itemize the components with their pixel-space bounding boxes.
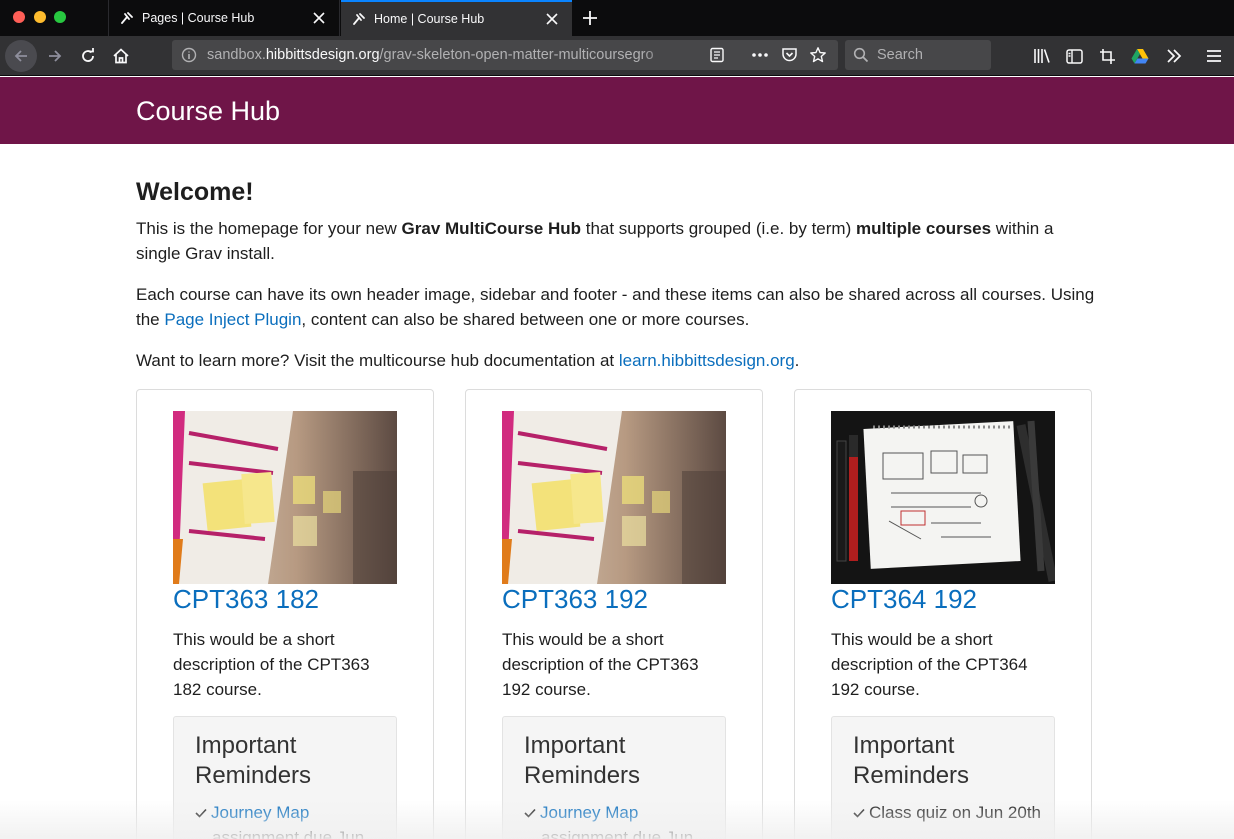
course-description: This would be a short description of the… bbox=[173, 630, 370, 699]
reminders-panel: Important Reminders Journey Map assignme… bbox=[502, 716, 726, 839]
reminders-panel: Important Reminders Journey Map assignme… bbox=[173, 716, 397, 839]
course-card: CPT364 192 This would be a short descrip… bbox=[794, 389, 1092, 839]
url-text[interactable]: sandbox.hibbittsdesign.org/grav-skeleton… bbox=[207, 47, 675, 63]
course-title-link[interactable]: CPT363 192 bbox=[502, 584, 648, 615]
reminder-item: Journey Map assignment due Jun bbox=[195, 800, 390, 839]
tab-pages[interactable]: Pages | Course Hub bbox=[108, 0, 340, 36]
screenshot-icon[interactable] bbox=[1096, 45, 1118, 67]
pocket-icon[interactable] bbox=[779, 45, 799, 65]
forward-icon[interactable] bbox=[39, 40, 71, 72]
reminder-text: Class quiz on Jun 20th bbox=[869, 803, 1041, 822]
reminders-title: Important Reminders bbox=[195, 732, 312, 789]
journey-map-link[interactable]: Journey Map bbox=[211, 803, 309, 822]
home-icon[interactable] bbox=[105, 40, 137, 72]
search-icon bbox=[851, 45, 871, 65]
tab-home[interactable]: Home | Course Hub bbox=[341, 0, 572, 36]
search-placeholder: Search bbox=[877, 47, 923, 63]
course-image[interactable] bbox=[831, 411, 1055, 584]
documentation-link[interactable]: learn.hibbittsdesign.org bbox=[619, 351, 795, 370]
search-field[interactable]: Search bbox=[845, 40, 991, 70]
reminder-item: Class quiz on Jun 20th bbox=[853, 800, 1048, 825]
reminder-item: Journey Map assignment due Jun bbox=[524, 800, 719, 839]
course-title-link[interactable]: CPT364 192 bbox=[831, 584, 977, 615]
feature-emphasis: multiple courses bbox=[855, 219, 992, 238]
course-description: This would be a short description of the… bbox=[502, 630, 699, 699]
site-header: Course Hub bbox=[0, 77, 1234, 144]
library-icon[interactable] bbox=[1031, 45, 1053, 67]
star-icon[interactable] bbox=[808, 45, 828, 65]
browser-tab-strip: Pages | Course Hub Home | Course Hub bbox=[0, 0, 1234, 36]
info-icon[interactable] bbox=[179, 45, 199, 65]
sidebar-icon[interactable] bbox=[1063, 45, 1085, 67]
reader-view-icon[interactable] bbox=[707, 45, 727, 65]
more-icon[interactable] bbox=[750, 45, 770, 65]
page-inject-plugin-link[interactable]: Page Inject Plugin bbox=[164, 310, 301, 329]
tab-close-icon[interactable] bbox=[309, 8, 329, 28]
journey-map-link[interactable]: Journey Map bbox=[540, 803, 638, 822]
check-icon bbox=[524, 800, 540, 825]
menu-icon[interactable] bbox=[1203, 45, 1225, 67]
reload-icon[interactable] bbox=[72, 40, 104, 72]
course-card: CPT363 182 This would be a short descrip… bbox=[136, 389, 434, 839]
course-image[interactable] bbox=[502, 411, 726, 584]
url-path: /grav-skeleton-open-matter-multicoursegr… bbox=[379, 47, 654, 63]
page-heading: Welcome! bbox=[136, 178, 254, 206]
window-close-button[interactable] bbox=[13, 11, 25, 23]
product-name: Grav MultiCourse Hub bbox=[401, 219, 581, 238]
course-description: This would be a short description of the… bbox=[831, 630, 1028, 699]
learn-more-paragraph: Want to learn more? Visit the multicours… bbox=[136, 351, 800, 370]
check-icon bbox=[195, 800, 211, 825]
check-icon bbox=[853, 800, 869, 825]
reminder-text: assignment due Jun bbox=[212, 828, 365, 839]
browser-toolbar: sandbox.hibbittsdesign.org/grav-skeleton… bbox=[0, 36, 1234, 76]
window-maximize-button[interactable] bbox=[54, 11, 66, 23]
tab-close-icon[interactable] bbox=[542, 9, 562, 29]
course-title-link[interactable]: CPT363 182 bbox=[173, 584, 319, 615]
url-subdomain: sandbox. bbox=[207, 47, 266, 63]
google-drive-icon[interactable] bbox=[1129, 45, 1151, 67]
course-card: CPT363 192 This would be a short descrip… bbox=[465, 389, 763, 839]
reminder-text: assignment due Jun bbox=[541, 828, 694, 839]
features-paragraph: Each course can have its own header imag… bbox=[136, 285, 1095, 329]
url-host: hibbittsdesign.org bbox=[265, 47, 380, 63]
site-title[interactable]: Course Hub bbox=[136, 96, 280, 127]
reminders-title: Important Reminders bbox=[853, 732, 970, 789]
course-image[interactable] bbox=[173, 411, 397, 584]
back-icon[interactable] bbox=[5, 40, 37, 72]
tab-title: Home | Course Hub bbox=[374, 12, 485, 26]
tab-title: Pages | Course Hub bbox=[142, 11, 255, 25]
grav-favicon-icon bbox=[121, 12, 133, 24]
grav-favicon-icon bbox=[353, 13, 365, 25]
intro-paragraph: This is the homepage for your new Grav M… bbox=[136, 219, 1054, 263]
reminders-panel: Important Reminders Class quiz on Jun 20… bbox=[831, 716, 1055, 839]
new-tab-icon[interactable] bbox=[578, 6, 602, 30]
reminders-title: Important Reminders bbox=[524, 732, 641, 789]
window-minimize-button[interactable] bbox=[34, 11, 46, 23]
address-bar[interactable]: sandbox.hibbittsdesign.org/grav-skeleton… bbox=[172, 40, 912, 70]
overflow-icon[interactable] bbox=[1163, 45, 1185, 67]
url-fade bbox=[642, 42, 676, 68]
